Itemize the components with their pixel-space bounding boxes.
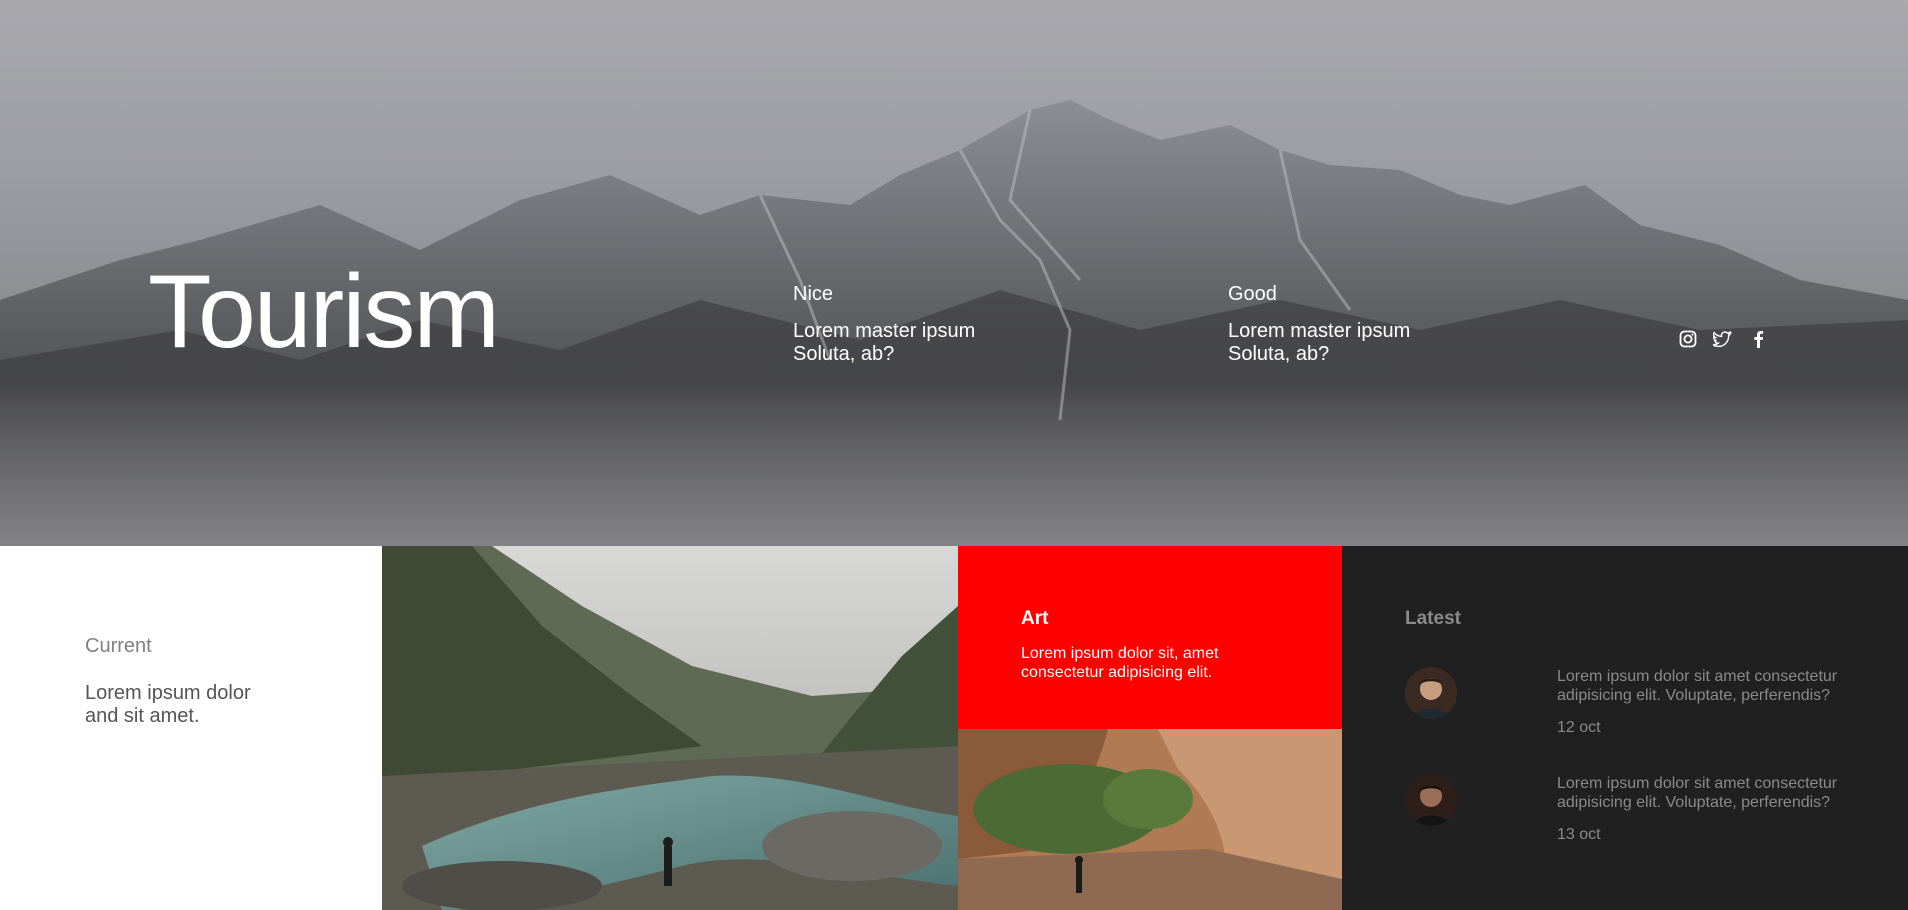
hero-column-nice: Nice Lorem master ipsum Soluta, ab? xyxy=(793,283,975,366)
hero-column-heading: Good xyxy=(1228,283,1277,305)
hero-column-text-line: Lorem master ipsum xyxy=(1228,320,1411,342)
latest-heading: Latest xyxy=(1405,608,1461,629)
content-grid: Current Lorem ipsum dolor and sit amet. xyxy=(0,546,1908,910)
hero-column-text-line: Soluta, ab? xyxy=(1228,343,1330,365)
latest-panel: Latest Lorem ipsum dolor sit amet consec… xyxy=(1342,546,1908,910)
latest-post[interactable]: Lorem ipsum dolor sit amet consectetur a… xyxy=(1405,774,1845,844)
post-excerpt: Lorem ipsum dolor sit amet consectetur a… xyxy=(1557,774,1857,812)
site-title: Tourism xyxy=(148,254,500,370)
facebook-icon[interactable] xyxy=(1747,328,1768,349)
post-excerpt-line: adipisicing elit. Voluptate, perferendis… xyxy=(1557,794,1831,811)
hero-column-text: Lorem master ipsum Soluta, ab? xyxy=(1228,320,1410,366)
current-text-line: and sit amet. xyxy=(85,705,200,727)
hero-column-text: Lorem master ipsum Soluta, ab? xyxy=(793,320,975,366)
art-card[interactable]: Art Lorem ipsum dolor sit, amet consecte… xyxy=(958,546,1342,729)
latest-post[interactable]: Lorem ipsum dolor sit amet consectetur a… xyxy=(1405,667,1845,737)
avatar xyxy=(1405,667,1457,719)
hero-column-text-line: Soluta, ab? xyxy=(793,343,895,365)
instagram-icon[interactable] xyxy=(1677,328,1698,349)
post-date: 13 oct xyxy=(1557,826,1601,843)
current-heading: Current xyxy=(85,635,152,657)
current-text: Lorem ipsum dolor and sit amet. xyxy=(85,682,285,728)
current-panel: Current Lorem ipsum dolor and sit amet. xyxy=(0,546,382,910)
art-text: Lorem ipsum dolor sit, amet consectetur … xyxy=(1021,644,1261,682)
canyon-photo xyxy=(958,729,1342,910)
art-text-line: Lorem ipsum dolor sit, amet xyxy=(1021,645,1219,662)
art-text-line: consectetur adipisicing elit. xyxy=(1021,664,1213,681)
art-heading: Art xyxy=(1021,608,1049,629)
hero-column-text-line: Lorem master ipsum xyxy=(793,320,976,342)
river-photo-image xyxy=(382,546,958,910)
avatar xyxy=(1405,774,1457,826)
post-date: 12 oct xyxy=(1557,719,1601,736)
post-excerpt-line: Lorem ipsum dolor sit amet consectetur xyxy=(1557,775,1838,792)
hero-column-good: Good Lorem master ipsum Soluta, ab? xyxy=(1228,283,1410,366)
post-excerpt-line: Lorem ipsum dolor sit amet consectetur xyxy=(1557,668,1838,685)
social-links xyxy=(1677,328,1768,349)
current-text-line: Lorem ipsum dolor xyxy=(85,682,251,704)
river-photo xyxy=(382,546,958,910)
canyon-photo-image xyxy=(958,729,1342,910)
post-excerpt-line: adipisicing elit. Voluptate, perferendis… xyxy=(1557,687,1831,704)
hero-banner: Tourism Nice Lorem master ipsum Soluta, … xyxy=(0,0,1908,546)
hero-column-heading: Nice xyxy=(793,283,834,305)
post-excerpt: Lorem ipsum dolor sit amet consectetur a… xyxy=(1557,667,1857,705)
twitter-icon[interactable] xyxy=(1712,328,1733,349)
